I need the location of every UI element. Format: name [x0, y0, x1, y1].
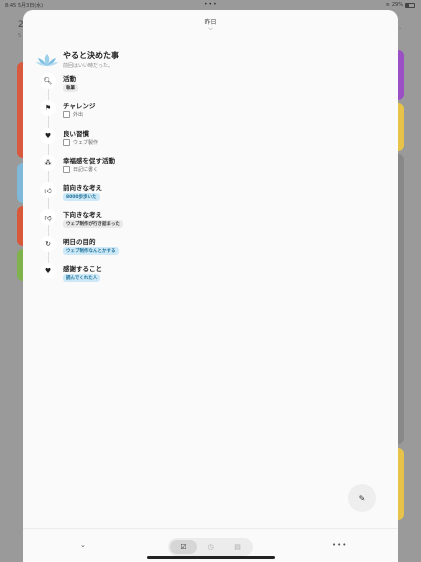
view-segmented-control: ☑ ◷ ▤: [168, 538, 253, 556]
segment-list[interactable]: ▤: [224, 540, 251, 554]
checkbox-box[interactable]: [63, 139, 70, 146]
entry-title: 活動: [63, 75, 76, 83]
status-time: 8:45: [5, 3, 17, 9]
entry-tag: ウェブ制作なんとかする: [63, 247, 119, 255]
entry-tag: 8000歩歩いた: [63, 193, 100, 201]
multitasking-dots[interactable]: •••: [204, 1, 218, 8]
entry-title: 感謝すること: [63, 265, 102, 273]
battery-icon: [405, 2, 415, 8]
status-date: 5月3日(水): [17, 3, 44, 9]
header-subtitle: 前回はいい時だった。: [63, 63, 114, 69]
status-bar: 8:45 5月3日(水) ••• ≋ 29%: [0, 0, 421, 9]
background-more: ·: [399, 26, 401, 33]
entry-title: 幸福感を促す活動: [63, 157, 115, 165]
target-icon: ↻: [40, 236, 56, 252]
more-menu-icon[interactable]: •••: [332, 541, 347, 549]
header-text: やると決めた事 前回はいい時だった。: [58, 50, 119, 69]
entry-title: 明日の目的: [63, 238, 96, 246]
heart-icon: ♥: [40, 128, 56, 144]
pencil-icon: ✎: [358, 493, 366, 503]
flag-icon: ⚑: [40, 100, 56, 116]
checkbox-label: 日記に書く: [73, 167, 99, 173]
segment-notes[interactable]: ☑: [170, 540, 197, 554]
header-title: やると決めた事: [63, 51, 119, 60]
checkbox-label: ウェブ製作: [73, 140, 99, 146]
status-right: ≋ 29%: [386, 2, 415, 8]
home-indicator[interactable]: [147, 556, 275, 559]
entry-title: 下向きな考え: [63, 211, 102, 219]
thumbs-down-icon: 👎︎: [40, 209, 56, 225]
entry-title: 良い習慣: [63, 130, 89, 138]
entry-checkbox[interactable]: 日記に書く: [63, 166, 98, 173]
day-detail-sheet: 昨日 ⌵ やると決めた事 前回はいい時だった。 🔍︎ 活動 執筆 ⚑ チャレンジ…: [23, 10, 398, 562]
entry-title: チャレンジ: [63, 102, 96, 110]
entry-tag: 執筆: [63, 84, 78, 92]
segment-clock[interactable]: ◷: [197, 540, 224, 554]
status-time-date: 8:45 5月3日(水): [5, 2, 43, 9]
entry-checkbox[interactable]: 外出: [63, 111, 83, 118]
entry-title: 前向きな考え: [63, 184, 102, 192]
edit-button[interactable]: ✎: [348, 484, 376, 512]
goals-header: やると決めた事 前回はいい時だった。: [36, 50, 119, 69]
battery-percent: 29%: [391, 2, 403, 8]
lotus-icon: [36, 53, 58, 66]
magnifier-icon: 🔍︎: [40, 73, 56, 89]
collapse-chevron-icon[interactable]: ⌄: [80, 541, 86, 549]
checkbox-label: 外出: [73, 112, 84, 118]
checkbox-box[interactable]: [63, 111, 70, 118]
thumbs-up-icon: 👍︎: [40, 182, 56, 198]
entry-tag: 読んでくれた人: [63, 274, 101, 282]
dismiss-chevron-icon[interactable]: ⌵: [23, 25, 398, 33]
people-icon: ⁂: [40, 155, 56, 171]
entry-checkbox[interactable]: ウェブ製作: [63, 139, 98, 146]
checkbox-box[interactable]: [63, 166, 70, 173]
wifi-icon: ≋: [385, 2, 390, 8]
heart-filled-icon: ♥: [40, 263, 56, 279]
background-subtitle: 5: [18, 33, 22, 39]
entry-tag: ウェブ制作が行き詰まった: [63, 220, 123, 228]
